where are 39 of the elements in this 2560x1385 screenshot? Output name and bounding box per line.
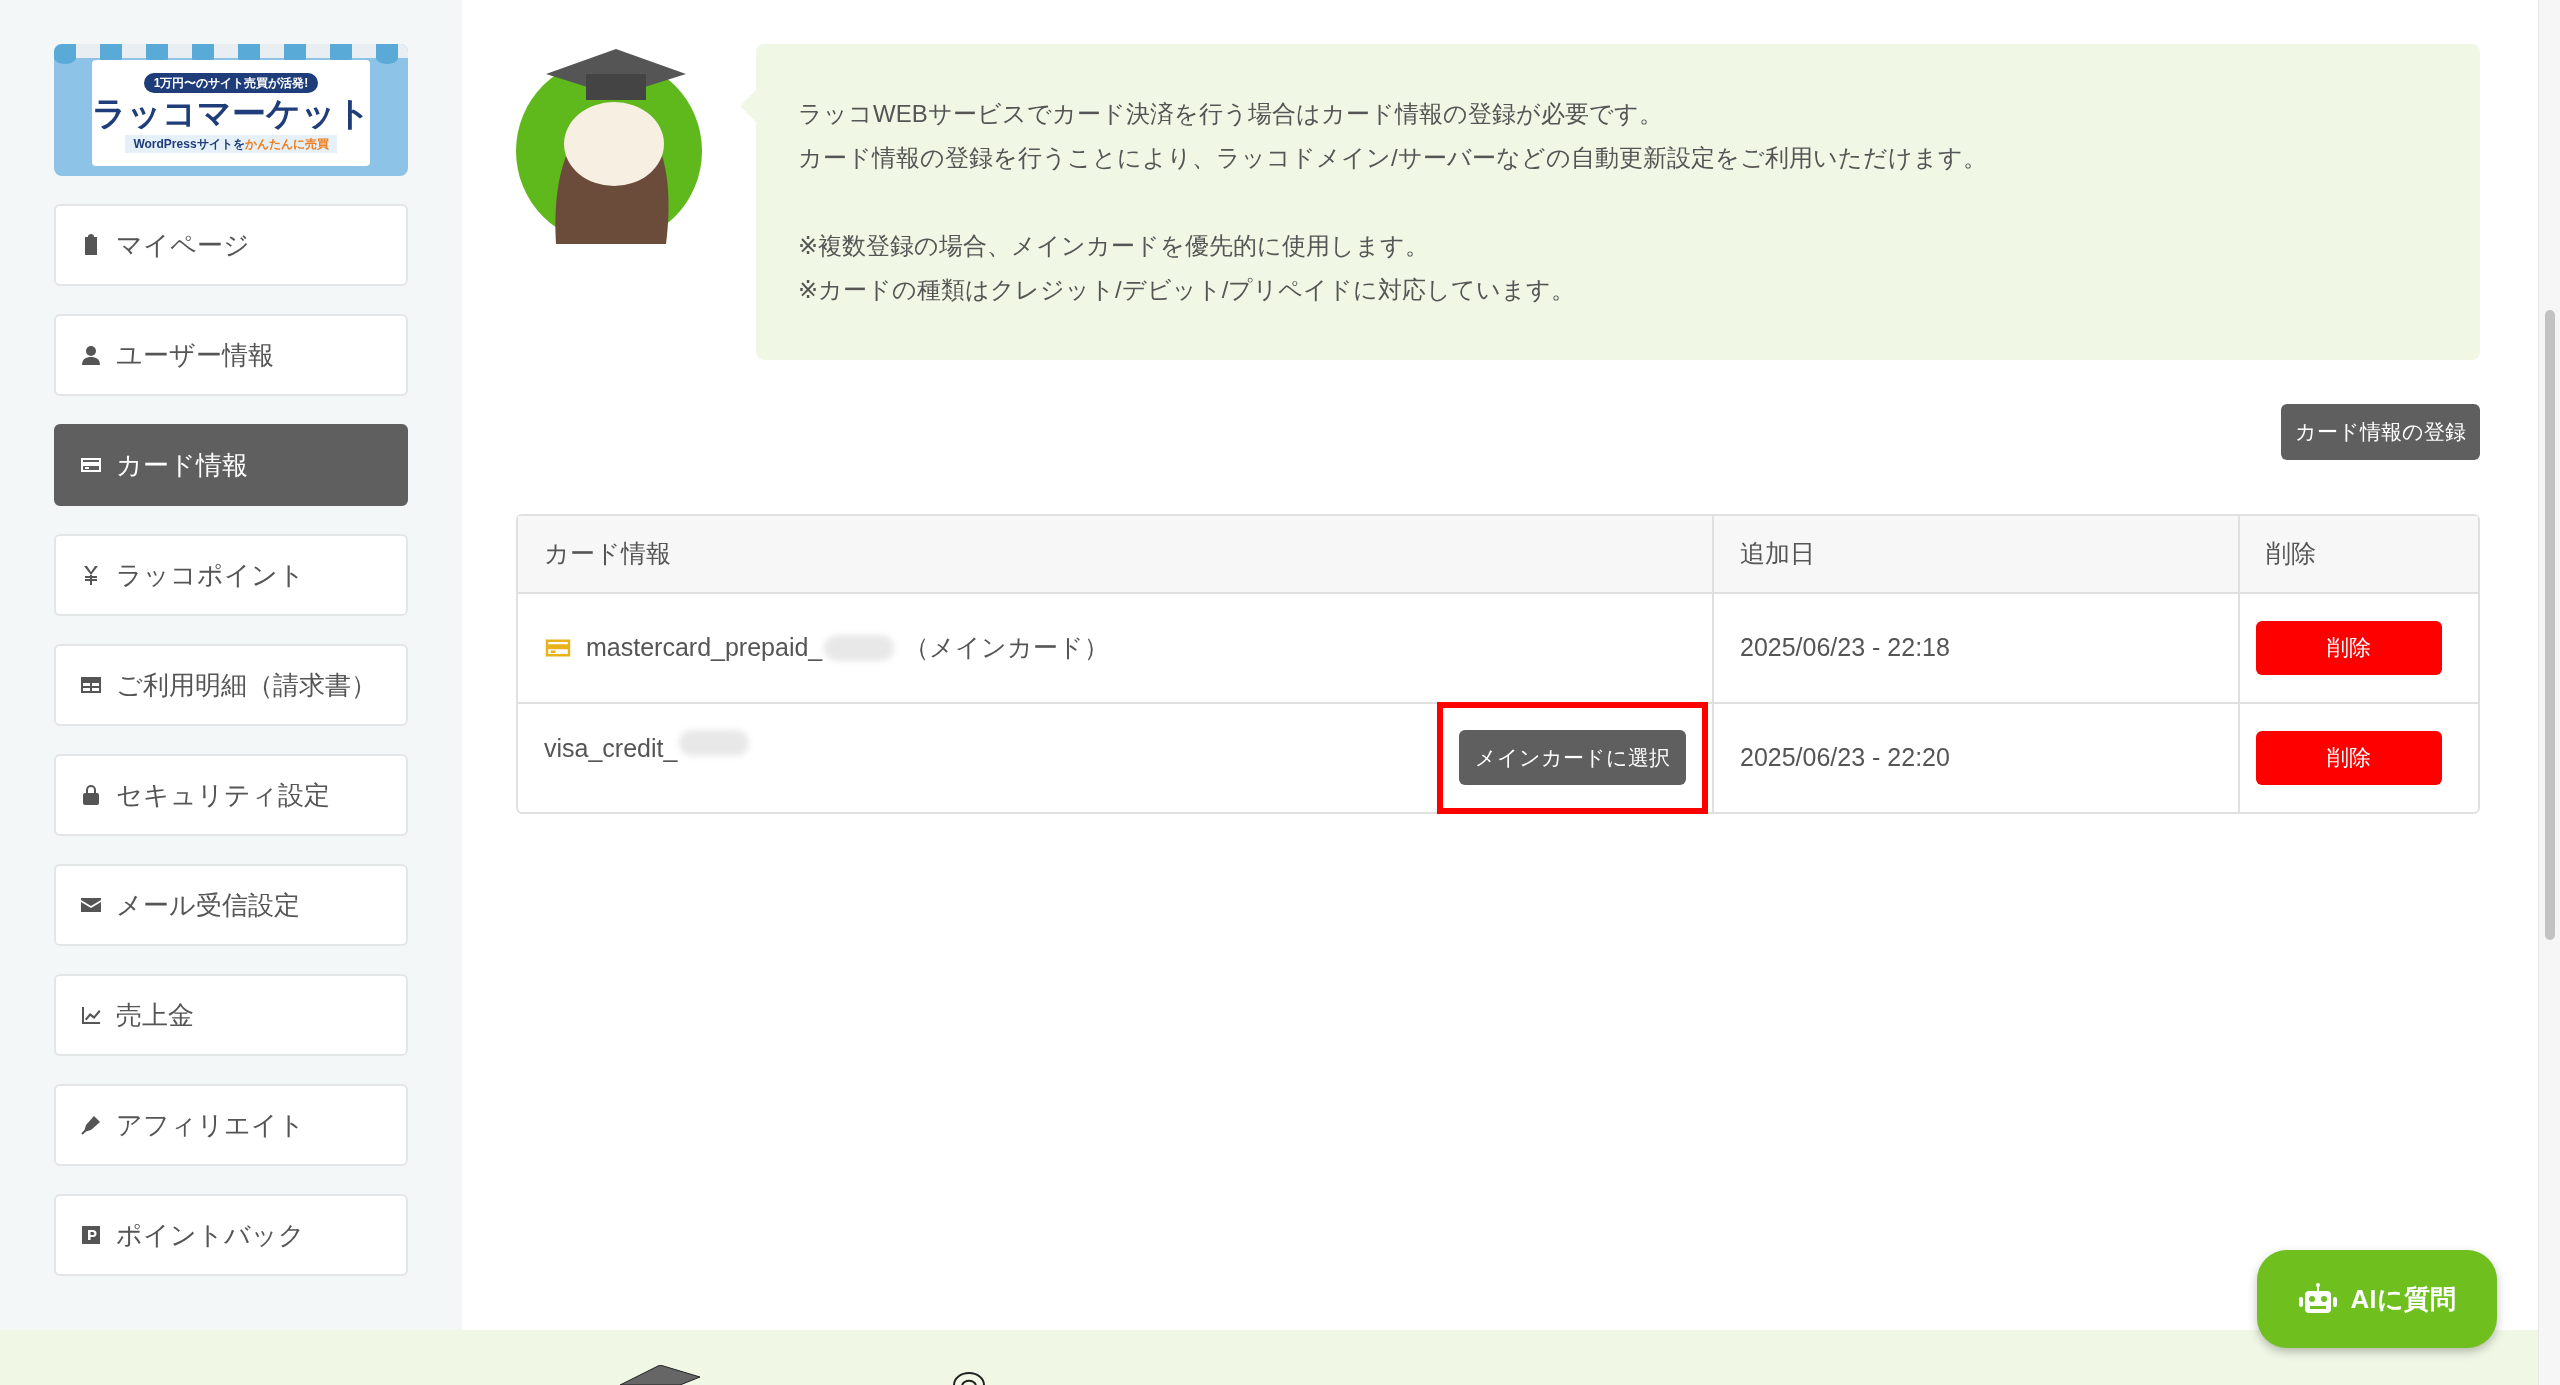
- sidebar-item[interactable]: ラッコポイント: [54, 534, 408, 616]
- notice-text: カード情報の登録を行うことにより、ラッコドメイン/サーバーなどの自動更新設定をご利用いただけます。: [798, 143, 1988, 173]
- column-header: 追加日: [1740, 537, 1815, 569]
- pen-icon: [80, 1114, 102, 1136]
- column-header: 削除: [2266, 537, 2316, 569]
- sidebar-item[interactable]: ユーザー情報: [54, 314, 408, 396]
- set-main-card-button[interactable]: メインカードに選択: [1459, 729, 1686, 786]
- sidebar-item[interactable]: ポイントバック: [54, 1194, 408, 1276]
- date-text: 2025/06/23 - 22:20: [1740, 741, 1950, 773]
- notice-text: ※カードの種類はクレジット/デビット/プリペイドに対応しています。: [798, 275, 1577, 305]
- card-name: visa_credit_: [544, 732, 678, 764]
- date-text: 2025/06/23 - 22:18: [1740, 631, 1950, 663]
- register-card-button[interactable]: カード情報の登録: [2281, 404, 2480, 460]
- sidebar-item[interactable]: メール受信設定: [54, 864, 408, 946]
- sidebar-item[interactable]: マイページ: [54, 204, 408, 286]
- sidebar-item[interactable]: カード情報: [54, 424, 408, 506]
- card-name: mastercard_prepaid_: [586, 631, 823, 663]
- banner-subtitle: WordPressサイトをかんたんに売買: [125, 134, 337, 153]
- banner-title: ラッコマーケット: [91, 95, 371, 133]
- chart-icon: [80, 1004, 102, 1026]
- sidebar-item[interactable]: 売上金: [54, 974, 408, 1056]
- column-header: カード情報: [544, 537, 671, 569]
- parking-icon: [80, 1224, 102, 1246]
- sidebar-item[interactable]: アフィリエイト: [54, 1084, 408, 1166]
- market-banner[interactable]: 1万円〜のサイト売買が活発! ラッコマーケット WordPressサイトをかんたんに売買: [54, 44, 408, 176]
- table-icon: [80, 674, 102, 696]
- sidebar-item[interactable]: ご利用明細（請求書）: [54, 644, 408, 726]
- lock-icon: [80, 784, 102, 806]
- scrollbar[interactable]: [2538, 0, 2560, 1385]
- delete-button[interactable]: 削除: [2256, 620, 2442, 675]
- delete-button[interactable]: 削除: [2256, 730, 2442, 785]
- main-card-label: （メインカード）: [904, 631, 1110, 663]
- user-icon: [80, 344, 102, 366]
- globe-drawing: [952, 1371, 986, 1385]
- notice-text: ラッコWEBサービスでカード決済を行う場合はカード情報の登録が必要です。: [798, 99, 1664, 129]
- notice-text: ※複数登録の場合、メインカードを優先的に使用します。: [798, 231, 1431, 261]
- banner-tagline: 1万円〜のサイト売買が活発!: [143, 73, 319, 94]
- sidebar-item[interactable]: セキュリティ設定: [54, 754, 408, 836]
- robot-icon: [2298, 1283, 2337, 1315]
